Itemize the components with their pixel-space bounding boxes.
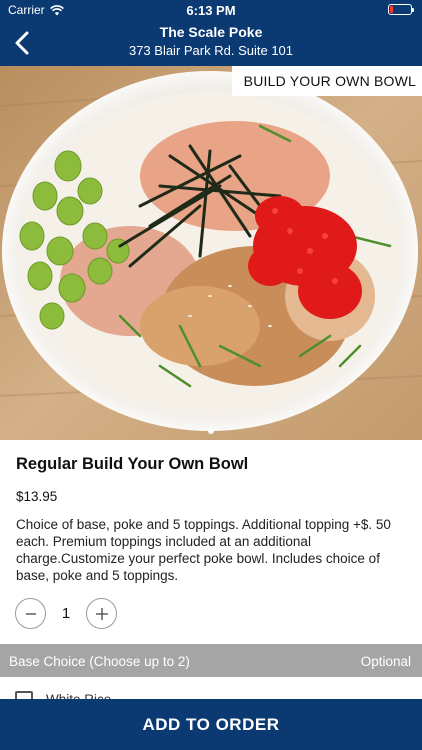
minus-icon (25, 612, 36, 615)
item-photo: BUILD YOUR OWN BOWL (0, 66, 422, 440)
item-price: $13.95 (16, 489, 58, 504)
category-badge: BUILD YOUR OWN BOWL (231, 66, 422, 96)
restaurant-address: 373 Blair Park Rd. Suite 101 (128, 43, 294, 58)
page-indicator-dot (208, 428, 214, 434)
plus-icon (95, 607, 108, 620)
nav-bar: The Scale Poke 373 Blair Park Rd. Suite … (0, 20, 422, 66)
restaurant-name: The Scale Poke (159, 24, 263, 40)
section-optional-label: Optional (360, 654, 411, 669)
item-name: Regular Build Your Own Bowl (16, 455, 249, 473)
status-bar: Carrier 6:13 PM (0, 0, 422, 20)
status-time: 6:13 PM (186, 3, 236, 18)
quantity-stepper: 1 (15, 598, 117, 629)
battery-icon (388, 4, 414, 15)
base-choice-header: Base Choice (Choose up to 2) Optional (0, 644, 422, 677)
decrease-quantity-button[interactable] (15, 598, 46, 629)
section-title: Base Choice (Choose up to 2) (9, 654, 190, 669)
add-to-order-button[interactable]: ADD TO ORDER (0, 699, 422, 750)
quantity-value: 1 (61, 605, 71, 622)
battery-level (390, 6, 393, 13)
item-description: Choice of base, poke and 5 toppings. Add… (16, 517, 391, 583)
increase-quantity-button[interactable] (86, 598, 117, 629)
poke-bowl-image (0, 66, 422, 440)
